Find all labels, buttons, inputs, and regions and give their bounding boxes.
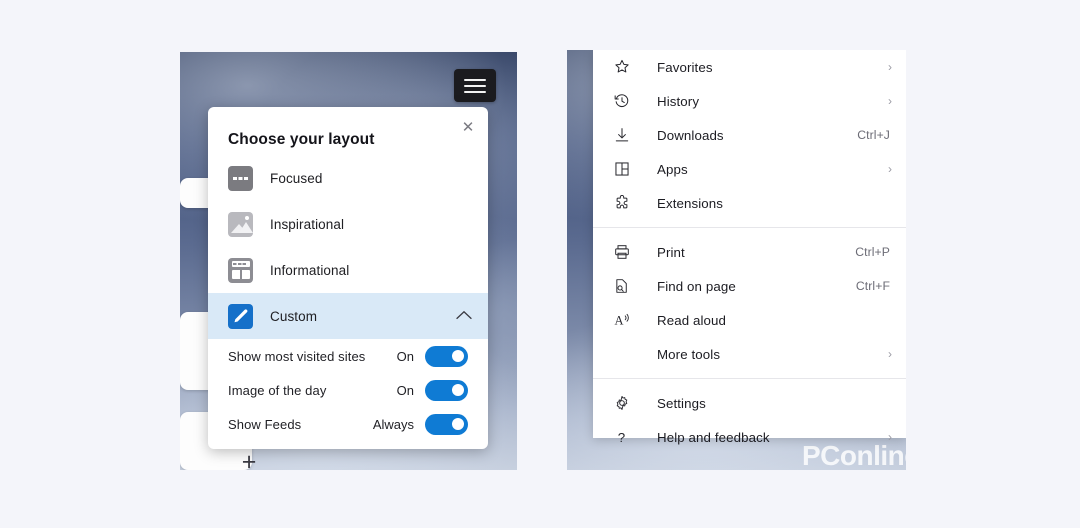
focused-layout-icon: [228, 165, 253, 191]
menu-item-label: Downloads: [657, 127, 724, 143]
browser-menu-right: PConline Favorites › History › Downloads: [567, 50, 906, 470]
option-state: On: [396, 382, 414, 398]
layout-option-informational[interactable]: Informational: [208, 247, 488, 293]
new-tab-page-left: + PConline 太平洋电脑网 ✕ Choose your layout F…: [180, 52, 517, 470]
toggle-show-feeds[interactable]: [425, 413, 468, 435]
menu-item-label: Apps: [657, 161, 688, 177]
hamburger-line: [464, 84, 486, 87]
inspirational-layout-icon: [228, 211, 253, 237]
chevron-right-icon[interactable]: ›: [888, 347, 892, 361]
toggle-show-most-visited-sites[interactable]: [425, 345, 468, 367]
menu-separator: [593, 227, 906, 228]
menu-item-downloads[interactable]: Downloads Ctrl+J: [593, 118, 906, 152]
question-icon: ?: [613, 429, 631, 445]
layout-option-focused[interactable]: Focused: [208, 155, 488, 201]
option-state: Always: [372, 416, 414, 432]
add-tile-button[interactable]: +: [230, 448, 268, 470]
custom-pencil-icon: [228, 303, 253, 329]
menu-item-label: Extensions: [657, 195, 724, 211]
extensions-icon: [613, 195, 631, 211]
history-icon: [613, 93, 631, 109]
page-title: Choose your layout: [228, 131, 375, 148]
printer-icon: [613, 244, 631, 260]
layout-option-inspirational[interactable]: Inspirational: [208, 201, 488, 247]
close-icon[interactable]: ✕: [457, 116, 479, 138]
menu-separator: [593, 378, 906, 379]
choose-layout-dialog: ✕ Choose your layout Focused Inspiration…: [208, 107, 488, 449]
option-row-show-feeds: Show Feeds Always: [208, 407, 488, 441]
option-row-image-of-the-day: Image of the day On: [208, 373, 488, 407]
menu-item-extensions[interactable]: Extensions: [593, 186, 906, 220]
option-state: On: [396, 348, 414, 364]
chevron-right-icon[interactable]: ›: [888, 430, 892, 444]
menu-item-print[interactable]: Print Ctrl+P: [593, 235, 906, 269]
menu-item-help-and-feedback[interactable]: ? Help and feedback ›: [593, 420, 906, 454]
option-label: Show Feeds: [228, 416, 302, 432]
option-label: Show most visited sites: [228, 348, 366, 364]
menu-item-accelerator: Ctrl+P: [855, 245, 890, 259]
menu-item-label: Print: [657, 244, 685, 260]
chevron-right-icon[interactable]: ›: [888, 60, 892, 74]
menu-item-settings[interactable]: Settings: [593, 386, 906, 420]
star-icon: [613, 59, 631, 75]
hamburger-line: [464, 78, 486, 81]
layout-option-label: Focused: [270, 170, 323, 186]
menu-item-accelerator: Ctrl+F: [855, 279, 890, 293]
svg-text:A: A: [614, 314, 623, 328]
download-icon: [613, 127, 631, 143]
informational-layout-icon: [228, 257, 253, 283]
read-aloud-icon: A: [613, 312, 631, 328]
layout-option-custom[interactable]: Custom: [208, 293, 488, 339]
menu-item-apps[interactable]: Apps ›: [593, 152, 906, 186]
menu-item-label: History: [657, 93, 700, 109]
menu-item-label: Favorites: [657, 59, 713, 75]
chevron-right-icon[interactable]: ›: [888, 94, 892, 108]
hamburger-line: [464, 90, 486, 93]
gear-icon: [613, 395, 631, 411]
layout-option-label: Inspirational: [270, 216, 345, 232]
layout-option-label: Informational: [270, 262, 350, 278]
option-row-show-most-visited: Show most visited sites On: [208, 339, 488, 373]
menu-item-read-aloud[interactable]: A Read aloud: [593, 303, 906, 337]
menu-item-label: Find on page: [657, 278, 736, 294]
menu-item-label: Read aloud: [657, 312, 727, 328]
option-label: Image of the day: [228, 382, 327, 398]
menu-item-more-tools[interactable]: More tools ›: [593, 337, 906, 371]
menu-item-label: More tools: [657, 346, 721, 362]
find-icon: [613, 278, 631, 294]
toggle-image-of-the-day[interactable]: [425, 379, 468, 401]
hamburger-menu-icon[interactable]: [454, 69, 496, 102]
chevron-up-icon[interactable]: [456, 307, 472, 325]
menu-item-label: Settings: [657, 395, 706, 411]
chevron-right-icon[interactable]: ›: [888, 162, 892, 176]
svg-text:?: ?: [618, 430, 625, 445]
settings-and-more-menu: Favorites › History › Downloads Ctrl+J A…: [593, 50, 906, 445]
menu-item-label: Help and feedback: [657, 429, 770, 445]
menu-item-find-on-page[interactable]: Find on page Ctrl+F: [593, 269, 906, 303]
menu-item-accelerator: Ctrl+J: [857, 128, 890, 142]
menu-item-favorites[interactable]: Favorites ›: [593, 50, 906, 84]
layout-option-label: Custom: [270, 308, 318, 324]
menu-item-history[interactable]: History ›: [593, 84, 906, 118]
apps-icon: [613, 161, 631, 177]
